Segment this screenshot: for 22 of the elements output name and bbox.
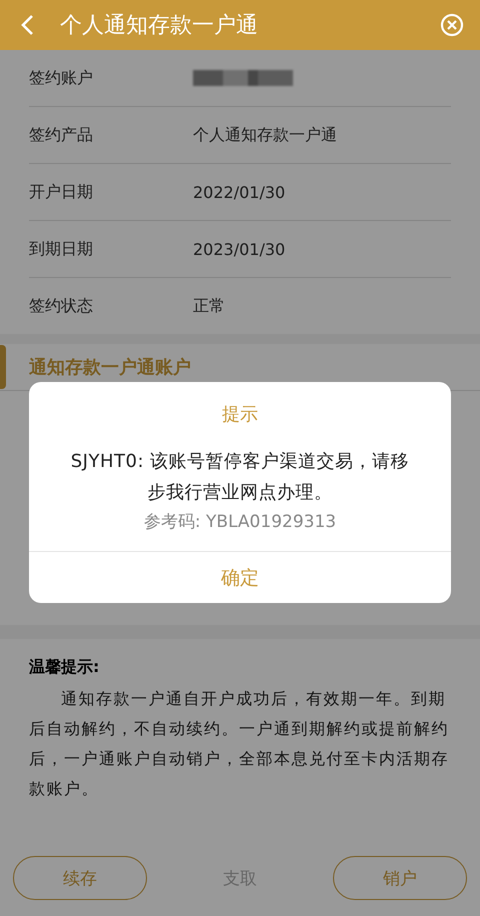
confirm-button[interactable]: 确定 xyxy=(29,551,451,603)
back-icon[interactable] xyxy=(20,14,34,36)
field-label: 签约产品 xyxy=(29,124,94,146)
outline-button[interactable]: 续存 xyxy=(13,856,147,900)
field-label: 签约账户 xyxy=(29,68,94,88)
field-value: 正常 xyxy=(193,296,225,316)
outline-button[interactable]: 销户 xyxy=(333,856,467,900)
field-value: 2023/01/30 xyxy=(193,240,286,258)
page-title: 个人通知存款一户通 xyxy=(60,12,258,40)
section-title: 通知存款一户通账户 xyxy=(29,356,191,379)
tips-text: 通知存款一户通自开户成功后，有效期一年。到期后自动解约，不自动续约。一户通到期解约或提前解约后，一户通账户自动销户，全部本息兑付至卡内活期存款账户。 xyxy=(29,688,450,800)
field-label: 开户日期 xyxy=(29,182,94,202)
field-value: 2022/01/30 xyxy=(193,182,286,202)
close-icon[interactable] xyxy=(440,13,464,37)
field-value: 个人通知存款一户通 xyxy=(193,124,337,146)
dialog-message: SJYHT0: 该账号暂停客户渠道交易，请移步我行营业网点办理。 xyxy=(70,450,410,505)
dialog-title: 提示 xyxy=(222,403,258,426)
accent-bar xyxy=(0,345,6,389)
field-label: 签约状态 xyxy=(29,296,94,316)
reference-code: 参考码: YBLA01929313 xyxy=(144,511,336,533)
tips-title: 温馨提示: xyxy=(29,657,100,678)
field-label: 到期日期 xyxy=(29,238,94,260)
